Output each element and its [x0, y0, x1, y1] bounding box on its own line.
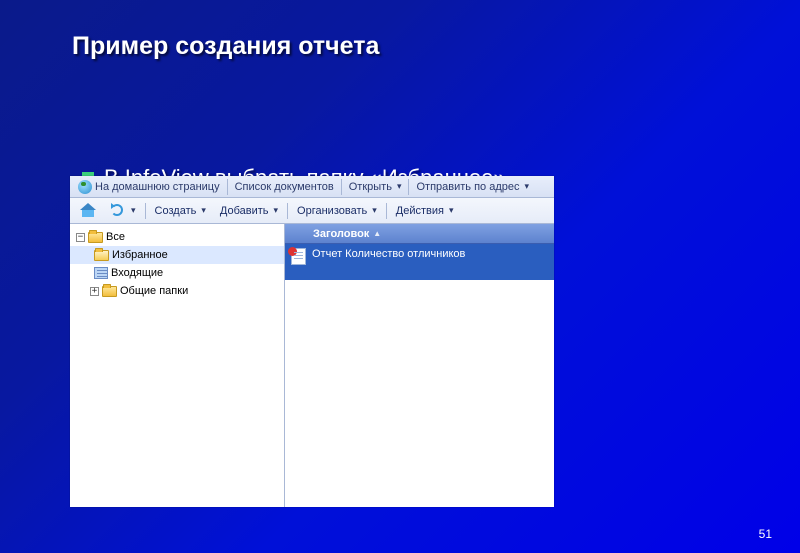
tree-node-public[interactable]: + Общие папки — [70, 282, 284, 300]
folder-icon — [88, 232, 103, 243]
column-header-title[interactable]: Заголовок ▲ — [285, 224, 554, 244]
list-item-title: Отчет Количество отличников — [312, 248, 465, 260]
add-label: Добавить — [220, 205, 269, 217]
main-area: − Все Избранное Входящие + Общие папки З… — [70, 224, 554, 507]
inbox-icon — [94, 267, 108, 279]
column-header-label: Заголовок — [313, 228, 369, 240]
page-number: 51 — [759, 527, 772, 541]
organize-menu[interactable]: Организовать ▾ — [291, 201, 383, 221]
tree-node-all[interactable]: − Все — [70, 228, 284, 246]
toolbar-separator — [408, 179, 409, 195]
sort-asc-icon: ▲ — [373, 229, 381, 238]
expand-icon[interactable]: + — [90, 287, 99, 296]
send-to-label: Отправить по адрес — [416, 181, 519, 193]
toolbar-separator — [145, 203, 146, 219]
folder-open-icon — [94, 250, 109, 261]
report-icon — [291, 248, 306, 265]
toolbar-separator — [287, 203, 288, 219]
list-item[interactable]: Отчет Количество отличников — [285, 244, 554, 280]
chevron-down-icon: ▾ — [274, 205, 279, 216]
chevron-down-icon: ▾ — [524, 181, 529, 192]
refresh-icon — [110, 203, 126, 219]
chevron-down-icon: ▾ — [201, 205, 206, 216]
collapse-icon[interactable]: − — [76, 233, 85, 242]
home-button[interactable] — [74, 201, 102, 221]
home-icon — [80, 203, 96, 219]
chevron-down-icon: ▾ — [397, 181, 402, 192]
globe-icon — [78, 180, 92, 194]
organize-label: Организовать — [297, 205, 367, 217]
create-label: Создать — [155, 205, 197, 217]
chevron-down-icon: ▾ — [131, 205, 136, 216]
tree-label-inbox: Входящие — [111, 267, 163, 279]
slide-title: Пример создания отчета — [72, 32, 379, 61]
docs-list-label: Список документов — [235, 181, 334, 193]
open-menu[interactable]: Открыть ▾ — [345, 178, 406, 196]
tree-label-public: Общие папки — [120, 285, 188, 297]
tree-node-inbox[interactable]: Входящие — [70, 264, 284, 282]
create-menu[interactable]: Создать ▾ — [149, 201, 212, 221]
home-link[interactable]: На домашнюю страницу — [74, 178, 224, 196]
infoview-window: На домашнюю страницу Список документов О… — [70, 176, 554, 507]
add-menu[interactable]: Добавить ▾ — [214, 201, 284, 221]
home-link-label: На домашнюю страницу — [95, 181, 220, 193]
folder-icon — [102, 286, 117, 297]
actions-label: Действия — [396, 205, 444, 217]
tree-label-favorites: Избранное — [112, 249, 168, 261]
folder-tree: − Все Избранное Входящие + Общие папки — [70, 224, 285, 507]
docs-list-link[interactable]: Список документов — [231, 178, 338, 196]
actions-menu[interactable]: Действия ▾ — [390, 201, 460, 221]
toolbar-separator — [386, 203, 387, 219]
document-list: Заголовок ▲ Отчет Количество отличников — [285, 224, 554, 507]
open-label: Открыть — [349, 181, 392, 193]
send-to-menu[interactable]: Отправить по адрес ▾ — [412, 178, 533, 196]
toolbar-separator — [227, 179, 228, 195]
refresh-button[interactable]: ▾ — [104, 201, 142, 221]
tree-label-all: Все — [106, 231, 125, 243]
toolbar-separator — [341, 179, 342, 195]
action-toolbar: ▾ Создать ▾ Добавить ▾ Организовать ▾ Де… — [70, 198, 554, 224]
chevron-down-icon: ▾ — [449, 205, 454, 216]
tree-node-favorites[interactable]: Избранное — [70, 246, 284, 264]
top-toolbar: На домашнюю страницу Список документов О… — [70, 176, 554, 198]
chevron-down-icon: ▾ — [372, 205, 377, 216]
